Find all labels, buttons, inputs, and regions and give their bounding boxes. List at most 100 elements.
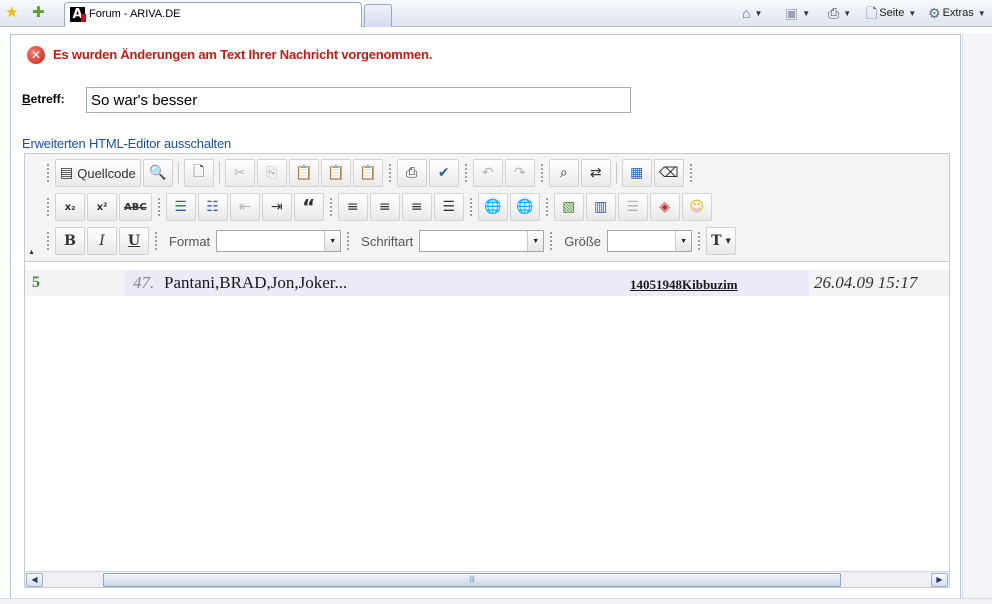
paste-icon: 📋 [295,165,313,181]
remove-format-button[interactable]: ⌫ [653,159,684,187]
underline-button[interactable]: U [119,227,149,255]
source-code-icon: ▤ [60,165,74,181]
home-icon: ⌂ [742,5,751,21]
user-link[interactable]: 14051948Kibbuzim [630,272,738,298]
chevron-down-icon: ▼ [908,8,917,18]
cut-button[interactable]: ✂ [224,159,255,187]
toolbar-grip[interactable] [46,162,50,184]
scroll-right-button[interactable]: ▶ [931,573,948,587]
print-button[interactable]: ⎙ ▼ [828,4,851,22]
align-right-button[interactable]: ≡ [401,193,432,221]
replace-button[interactable]: ⇄ [580,159,611,187]
chevron-down-icon[interactable]: ▼ [527,231,544,251]
superscript-button[interactable]: x² [87,193,117,221]
toolbar-grip[interactable] [549,230,554,252]
rss-feed-icon: ▣ [785,5,799,21]
unlink-button[interactable]: 🌐 [509,193,540,221]
toolbar-grip[interactable] [463,162,468,184]
toggle-html-editor-link[interactable]: Erweiterten HTML-Editor ausschalten [22,136,231,151]
spellcheck-button[interactable]: ✔ [428,159,459,187]
align-center-button[interactable]: ≡ [369,193,400,221]
chevron-down-icon[interactable]: ▼ [324,231,341,251]
toolbar-grip[interactable] [387,162,392,184]
image-button[interactable]: ▧ [553,193,584,221]
printer-icon: ⎙ [828,5,840,21]
align-left-button[interactable]: ≡ [337,193,368,221]
numbered-list-icon: ☰ [174,199,187,215]
strikethrough-button[interactable]: ABC [119,193,152,221]
source-code-button[interactable]: ▤ Quellcode [55,159,141,187]
horizontal-scrollbar[interactable]: ◀ ||| ▶ [25,571,949,587]
toolbar-grip[interactable] [328,196,333,218]
redo-button[interactable]: ↷ [504,159,535,187]
print-editor-button[interactable]: ⎙ [396,159,427,187]
text-color-button[interactable]: T ▼ [706,227,737,255]
bulleted-list-button[interactable]: ☷ [197,193,228,221]
outdent-button[interactable]: ⇤ [229,193,260,221]
scroll-left-button[interactable]: ◀ [26,573,43,587]
smiley-button[interactable]: ☺ [681,193,712,221]
justify-button[interactable]: ☰ [433,193,464,221]
tools-menu-button[interactable]: ⚙ Extras ▼ [928,4,986,22]
subscript-button[interactable]: x₂ [55,193,85,221]
eraser-icon: ⌫ [658,165,679,181]
undo-button[interactable]: ↶ [472,159,503,187]
find-button[interactable]: ⌕ [548,159,579,187]
star-icon[interactable]: ★ [5,4,18,21]
editor-content[interactable]: 5 47. Pantani,BRAD,Jon,Joker... 14051948… [25,261,949,571]
toolbar-separator [177,162,179,184]
toolbar-grip[interactable] [46,196,50,218]
indent-button[interactable]: ⇥ [261,193,292,221]
add-favorite-icon[interactable]: ✚ [32,4,45,21]
font-select[interactable]: ▼ [419,230,545,252]
preview-button[interactable]: 🔍 [142,159,173,187]
horizontal-rule-button[interactable]: ☰ [617,193,648,221]
toolbar-grip[interactable] [539,162,544,184]
answer-count: 5 [25,270,125,296]
toolbar-grip[interactable] [468,196,473,218]
size-select[interactable]: ▼ [607,230,693,252]
paste-text-button[interactable]: 📋 [320,159,351,187]
subject-input[interactable] [86,87,631,113]
feeds-button[interactable]: ▣ ▼ [785,4,810,22]
toolbar-grip[interactable] [346,230,351,252]
superscript-icon: x² [96,201,108,213]
home-button[interactable]: ⌂ ▼ [742,4,762,22]
collapse-toolbar-icon[interactable]: ▲ [28,249,35,256]
link-button[interactable]: 🌐 [477,193,508,221]
toolbar-grip[interactable] [688,162,693,184]
toolbar-grip[interactable] [697,230,702,252]
special-char-button[interactable]: ◈ [649,193,680,221]
browser-toolbar: ★ ✚ A Forum - ARIVA.DE ⌂ ▼ ▣ ▼ ⎙ ▼ 🗋 Sei… [0,0,992,27]
table-button[interactable]: ▥ [585,193,616,221]
chevron-down-icon[interactable]: ▼ [754,9,762,18]
subject-label-accesskey: B [22,92,31,106]
new-tab-button[interactable] [364,4,392,27]
toolbar-grip[interactable] [46,230,50,252]
toolbar-grip[interactable] [156,196,161,218]
chevron-down-icon[interactable]: ▼ [802,9,810,18]
toolbar-grip[interactable] [154,230,158,252]
toolbar-grip[interactable] [544,196,549,218]
bold-button[interactable]: B [55,227,85,255]
gear-icon: ⚙ [928,5,941,21]
browser-tab-forum[interactable]: A Forum - ARIVA.DE [64,2,362,27]
chevron-down-icon: ▼ [977,8,986,18]
align-left-icon: ≡ [346,199,359,215]
paste-button[interactable]: 📋 [288,159,319,187]
copy-button[interactable]: ⎘ [256,159,287,187]
paste-word-button[interactable]: 📋 [352,159,383,187]
blockquote-button[interactable]: “ [293,193,324,221]
page-menu-button[interactable]: 🗋 Seite ▼ [866,4,916,22]
select-all-button[interactable]: ▦ [621,159,652,187]
toolbar-row-1: ▤ Quellcode 🔍 🗋 ✂ ⎘ 📋 📋 📋 ⎙ ✔ ↶ ↷ ⌕ ⇄ ▦ … [43,158,696,188]
italic-button[interactable]: I [87,227,117,255]
numbered-list-button[interactable]: ☰ [165,193,196,221]
scissors-icon: ✂ [233,165,246,181]
scrollbar-thumb[interactable]: ||| [103,573,841,587]
chevron-down-icon[interactable]: ▼ [675,231,692,251]
format-select[interactable]: ▼ [216,230,342,252]
special-char-icon: ◈ [659,199,671,215]
new-page-button[interactable]: 🗋 [183,159,214,187]
chevron-down-icon[interactable]: ▼ [843,9,851,18]
